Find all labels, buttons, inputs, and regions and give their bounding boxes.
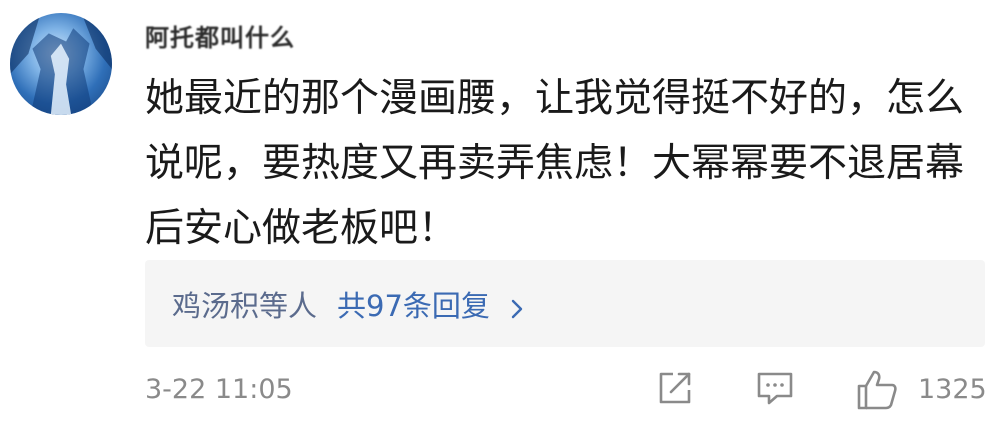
thumbs-up-icon[interactable] [855,368,899,416]
timestamp: 3-22 11:05 [145,374,293,405]
avatar[interactable] [10,13,112,115]
avatar-image [10,13,112,115]
comment-footer: 3-22 11:05 1325 [145,368,987,412]
reply-user-names: 鸡汤积等人 [172,288,318,323]
like-count: 1325 [918,374,987,405]
view-replies-button[interactable]: 鸡汤积等人 共97条回复 [145,260,985,347]
comment-text: 她最近的那个漫画腰，让我觉得挺不好的，怎么说呢，要热度又再卖弄焦虑！大幂幂要不退… [145,76,965,251]
username[interactable]: 阿托都叫什么 [145,18,295,53]
chevron-right-icon [506,293,528,318]
comment-icon[interactable] [755,368,795,412]
share-icon[interactable] [655,368,695,412]
reply-count-label: 共97条回复 [337,288,490,323]
